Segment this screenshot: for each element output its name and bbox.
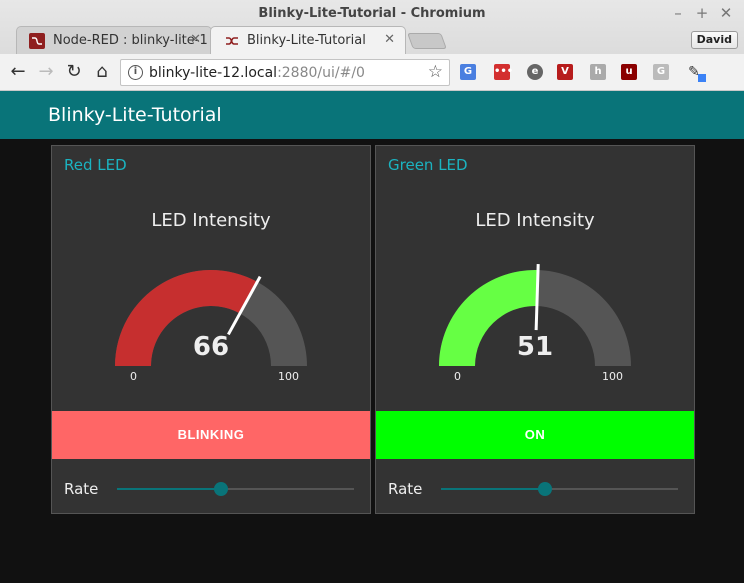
- close-tab-icon[interactable]: ✕: [384, 32, 395, 47]
- node-red-icon: [223, 33, 239, 49]
- group-title: Red LED: [64, 156, 127, 174]
- new-tab-button[interactable]: [407, 33, 447, 49]
- star-icon[interactable]: ☆: [428, 62, 443, 82]
- gauge-min-label: 0: [454, 370, 461, 383]
- group-card-green-led: Green LED LED Intensity 51 0 100 ON Rate: [375, 145, 695, 514]
- evernote-icon[interactable]: e: [527, 64, 543, 80]
- browser-window: Blinky-Lite-Tutorial - Chromium – + ✕ No…: [0, 0, 744, 583]
- rate-slider-fill: [441, 488, 546, 490]
- gauge-value: 51: [516, 332, 554, 362]
- tab-blinky-lite[interactable]: Blinky-Lite-Tutorial ✕: [210, 26, 406, 54]
- gauge-needle: [534, 264, 540, 331]
- profile-button[interactable]: David: [690, 31, 738, 49]
- minimize-icon[interactable]: –: [668, 4, 688, 22]
- group-title: Green LED: [388, 156, 468, 174]
- rate-slider-fill: [117, 488, 222, 490]
- node-red-icon: [29, 33, 45, 49]
- dashboard-content: Red LED LED Intensity 66 0 100 BLINKING …: [0, 139, 744, 583]
- close-window-icon[interactable]: ✕: [716, 4, 736, 22]
- tab-label: Node-RED : blinky-lite-1: [53, 33, 208, 48]
- page-title: Blinky-Lite-Tutorial: [48, 104, 222, 126]
- gauge-min-label: 0: [130, 370, 137, 383]
- rate-label: Rate: [64, 480, 99, 498]
- browser-toolbar: ← → ↻ ⌂ i blinky-lite-12.local:2880/ui/#…: [0, 54, 744, 91]
- g-translate-icon[interactable]: G: [460, 64, 476, 80]
- rate-slider-thumb[interactable]: [214, 482, 229, 496]
- title-bar: Blinky-Lite-Tutorial - Chromium – + ✕ No…: [0, 0, 744, 54]
- rate-label: Rate: [388, 480, 423, 498]
- url-text: blinky-lite-12.local:2880/ui/#/0: [149, 65, 365, 81]
- ublock-icon[interactable]: u: [621, 64, 637, 80]
- state-button[interactable]: BLINKING: [52, 411, 370, 459]
- gauge-max-label: 100: [602, 370, 623, 383]
- close-tab-icon[interactable]: ✕: [190, 32, 201, 47]
- back-icon[interactable]: ←: [7, 61, 29, 83]
- window-title: Blinky-Lite-Tutorial - Chromium: [258, 6, 486, 21]
- address-bar[interactable]: i blinky-lite-12.local:2880/ui/#/0 ☆: [120, 59, 450, 86]
- tab-label: Blinky-Lite-Tutorial: [247, 33, 366, 48]
- rate-slider[interactable]: [117, 482, 354, 496]
- gauge-title: LED Intensity: [475, 210, 595, 231]
- info-icon[interactable]: i: [128, 65, 143, 80]
- gauge-title: LED Intensity: [151, 210, 271, 231]
- tab-node-red[interactable]: Node-RED : blinky-lite-1 ✕: [16, 26, 212, 54]
- home-icon[interactable]: ⌂: [91, 61, 113, 83]
- group-card-red-led: Red LED LED Intensity 66 0 100 BLINKING …: [51, 145, 371, 514]
- eyedropper-color-swatch: [698, 74, 706, 82]
- reload-icon[interactable]: ↻: [63, 61, 85, 83]
- state-button[interactable]: ON: [376, 411, 694, 459]
- dashboard-header: Blinky-Lite-Tutorial: [0, 91, 744, 139]
- gauge-max-label: 100: [278, 370, 299, 383]
- rate-slider-thumb[interactable]: [538, 482, 553, 496]
- forward-icon[interactable]: →: [35, 61, 57, 83]
- maximize-icon[interactable]: +: [692, 4, 712, 22]
- h-icon[interactable]: h: [590, 64, 606, 80]
- gauge-value: 66: [192, 332, 230, 362]
- g-icon[interactable]: G: [653, 64, 669, 80]
- lastpass-icon[interactable]: •••: [494, 64, 513, 80]
- vivaldi-icon[interactable]: V: [557, 64, 573, 80]
- rate-slider[interactable]: [441, 482, 678, 496]
